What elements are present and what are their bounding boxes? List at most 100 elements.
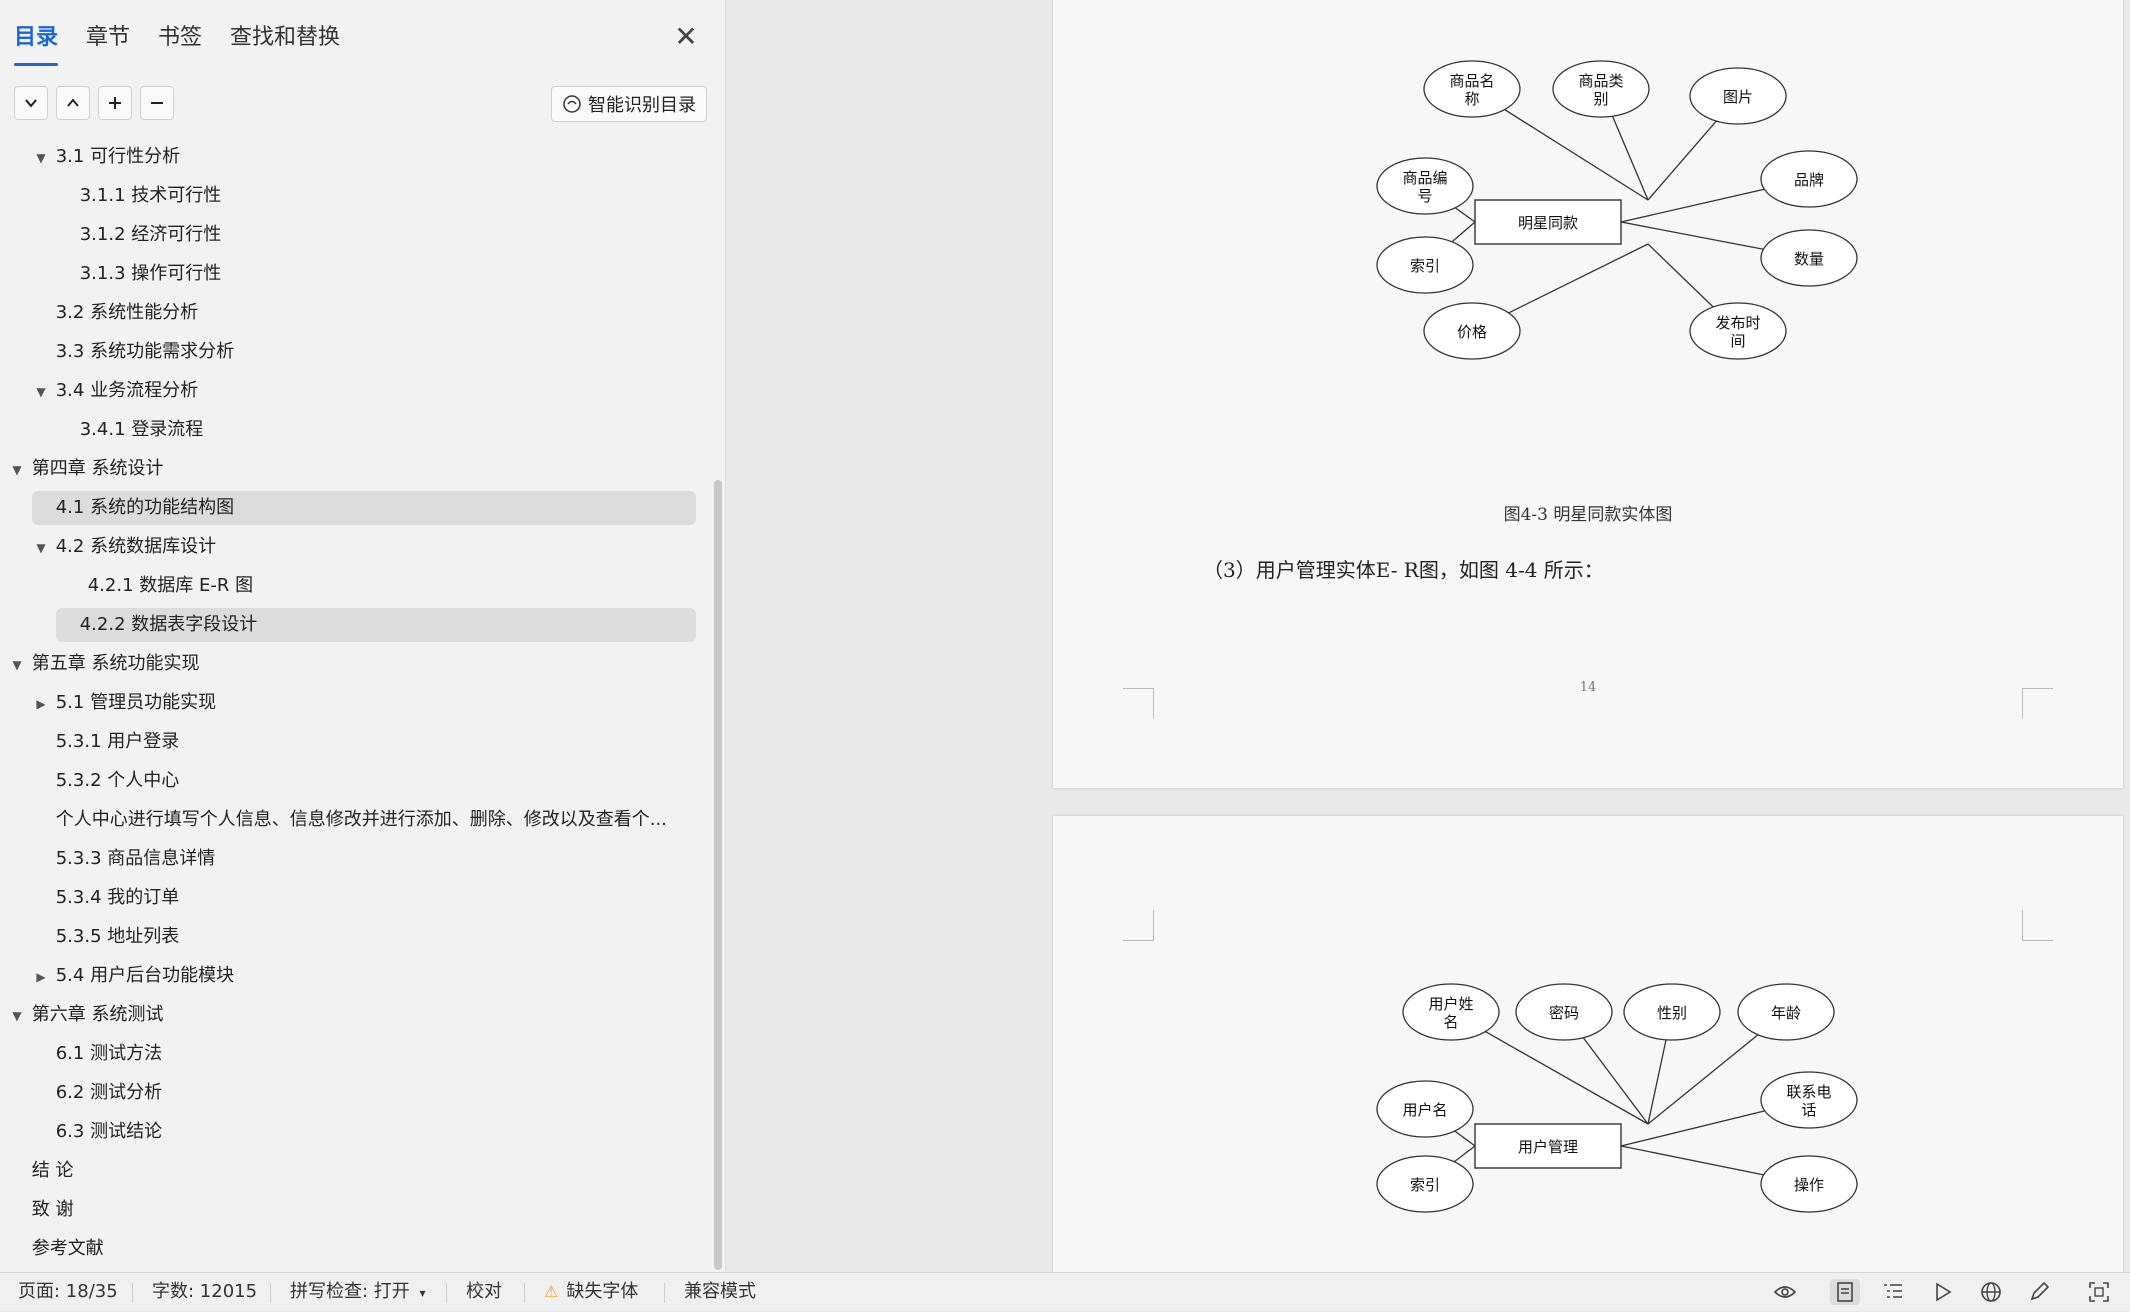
toc-sidebar: 目录 章节 书签 查找和替换 ✕ 智能识别目录 ▼ 3.1 可行性分析 3.1.… [0,0,726,1272]
toc-item[interactable]: 5.3.4 我的订单 [32,881,180,915]
er-attribute-label: 用户名 [1402,1101,1447,1119]
close-icon[interactable]: ✕ [671,22,701,52]
toc-item[interactable]: 结 论 [8,1154,74,1188]
er-attribute-label: 品牌 [1794,171,1824,189]
divider [132,1283,133,1303]
toc-item[interactable]: ▼ 第六章 系统测试 [8,998,163,1032]
er-connector [1620,1145,1764,1176]
toc-item-label: 6.3 测试结论 [55,1121,163,1142]
toc-item[interactable]: ▼ 4.2 系统数据库设计 [32,530,216,564]
caret-down-icon[interactable]: ▼ [8,999,26,1033]
er-connector [1454,207,1476,223]
toc-item[interactable]: ▼ 第四章 系统设计 [8,452,163,486]
missing-font-button[interactable]: ⚠ 缺失字体 [544,1273,638,1311]
er-connector [1647,243,1714,308]
toc-item[interactable]: ▶ 5.4 用户后台功能模块 [32,959,234,993]
caret-down-icon[interactable]: ▼ [32,141,50,175]
expand-down-button[interactable] [14,86,48,120]
toc-item[interactable]: ▼ 3.4 业务流程分析 [32,374,198,408]
toc-item-label: 4.2 系统数据库设计 [55,536,217,557]
eye-protection-icon[interactable] [1770,1279,1800,1305]
toc-item-label: 3.1.3 操作可行性 [79,263,222,284]
toc-item[interactable]: ▶ 5.1 管理员功能实现 [32,686,216,720]
toc-item-label: 参考文献 [31,1238,104,1259]
proofread-button[interactable]: 校对 [466,1273,502,1311]
toc-item[interactable]: 6.1 测试方法 [32,1037,162,1071]
toc-item[interactable]: 3.2 系统性能分析 [32,296,198,330]
er-entity-label: 明星同款 [1518,214,1578,232]
toc-item-label: 5.1 管理员功能实现 [55,692,217,713]
toc-item[interactable]: 5.3.1 用户登录 [32,725,180,759]
toc-item[interactable]: 3.4.1 登录流程 [56,413,204,447]
toc-item-label: 第四章 系统设计 [31,458,164,479]
toc-item[interactable]: 3.3 系统功能需求分析 [32,335,234,369]
tab-chapters[interactable]: 章节 [86,20,130,60]
toc-item[interactable]: 参考文献 [8,1232,104,1266]
toc-item[interactable]: 3.1.2 经济可行性 [56,218,222,252]
toc-item[interactable]: 6.2 测试分析 [32,1076,162,1110]
word-count[interactable]: 字数: 12015 [152,1273,257,1311]
outline-view-icon[interactable] [1878,1279,1908,1305]
toc-item[interactable]: 4.1 系统的功能结构图 [32,491,696,525]
toc-item-label: 5.3.4 我的订单 [55,887,180,908]
document-area: 明星同款 商品名称 商品类别 图片 商品编号 品牌 索引 数量 价格 发布时间 图4-3 明星同款… [726,0,2130,1272]
caret-right-icon[interactable]: ▶ [32,960,50,994]
toc-item-label: 6.2 测试分析 [55,1082,163,1103]
toc-item[interactable]: 5.3.3 商品信息详情 [32,842,216,876]
toc-item-label: 5.3.1 用户登录 [55,731,180,752]
collapse-up-button[interactable] [56,86,90,120]
fullscreen-icon[interactable] [2084,1279,2114,1305]
page-view-icon[interactable] [1830,1279,1860,1305]
caret-down-icon[interactable]: ▼ [8,648,26,682]
play-icon[interactable] [1928,1279,1958,1305]
toc-item[interactable]: ▼ 3.1 可行性分析 [32,140,180,174]
caret-right-icon[interactable]: ▶ [32,687,50,721]
figure-caption: 图4-3 明星同款实体图 [1503,505,1673,525]
toc-item[interactable]: 5.3.2 个人中心 [32,764,180,798]
toc-item-label: 4.2.2 数据表字段设计 [79,614,258,635]
smart-toc-label: 智能识别目录 [588,95,696,116]
caret-down-icon[interactable]: ▼ [32,531,50,565]
minus-icon [151,102,163,104]
toc-scrollbar[interactable] [714,480,722,1270]
toc-item-label: 3.1 可行性分析 [55,146,181,167]
remove-heading-button[interactable] [140,86,174,120]
toc-item-label: 3.2 系统性能分析 [55,302,199,323]
toc-item-label: 4.1 系统的功能结构图 [55,497,235,518]
toc-item-label: 个人中心进行填写个人信息、信息修改并进行添加、删除、修改以及查看个... [55,809,667,830]
toc-item[interactable]: 4.2.1 数据库 E-R 图 [64,569,253,603]
chevron-down-icon [25,99,37,108]
caret-down-icon[interactable]: ▼ [8,453,26,487]
toc-item-label: 3.4 业务流程分析 [55,380,199,401]
body-paragraph: （3）用户管理实体E- R图，如图 4-4 所示： [1203,558,1604,582]
toc-item-label: 4.2.1 数据库 E-R 图 [87,575,254,596]
er-attribute-label: 价格 [1457,323,1487,341]
er-attribute-label: 数量 [1794,250,1824,268]
divider [664,1283,665,1303]
er-connector [1454,1130,1476,1147]
toc-item[interactable]: 个人中心进行填写个人信息、信息修改并进行添加、删除、修改以及查看个... [32,803,667,837]
add-heading-button[interactable] [98,86,132,120]
tab-find-replace[interactable]: 查找和替换 [230,20,340,60]
toc-item[interactable]: 6.3 测试结论 [32,1115,162,1149]
er-attribute-label: 索引 [1410,1176,1440,1194]
caret-down-icon[interactable]: ▼ [32,375,50,409]
toc-item-label: 5.3.5 地址列表 [55,926,180,947]
toc-item[interactable]: ▼ 第五章 系统功能实现 [8,647,199,681]
toc-item-label: 3.1.1 技术可行性 [79,185,222,206]
page-indicator[interactable]: 页面: 18/35 [18,1273,118,1311]
pen-icon[interactable] [2024,1279,2054,1305]
tab-bookmarks[interactable]: 书签 [158,20,202,60]
toc-item[interactable]: 3.1.3 操作可行性 [56,257,222,291]
er-connector [1620,221,1764,250]
toc-item[interactable]: 致 谢 [8,1193,74,1227]
spell-check-toggle[interactable]: 拼写检查: 打开 ▾ [290,1273,426,1312]
toc-item[interactable]: 4.2.2 数据表字段设计 [56,608,696,642]
smart-toc-button[interactable]: 智能识别目录 [551,86,707,122]
toc-item[interactable]: 5.3.5 地址列表 [32,920,180,954]
web-view-icon[interactable] [1976,1279,2006,1305]
toc-item[interactable]: 3.1.1 技术可行性 [56,179,222,213]
status-bar: 页面: 18/35 字数: 12015 拼写检查: 打开 ▾ 校对 ⚠ 缺失字体 … [0,1272,2130,1311]
tab-toc[interactable]: 目录 [14,20,59,66]
sidebar-tabs: 目录 章节 书签 查找和替换 [14,20,368,66]
